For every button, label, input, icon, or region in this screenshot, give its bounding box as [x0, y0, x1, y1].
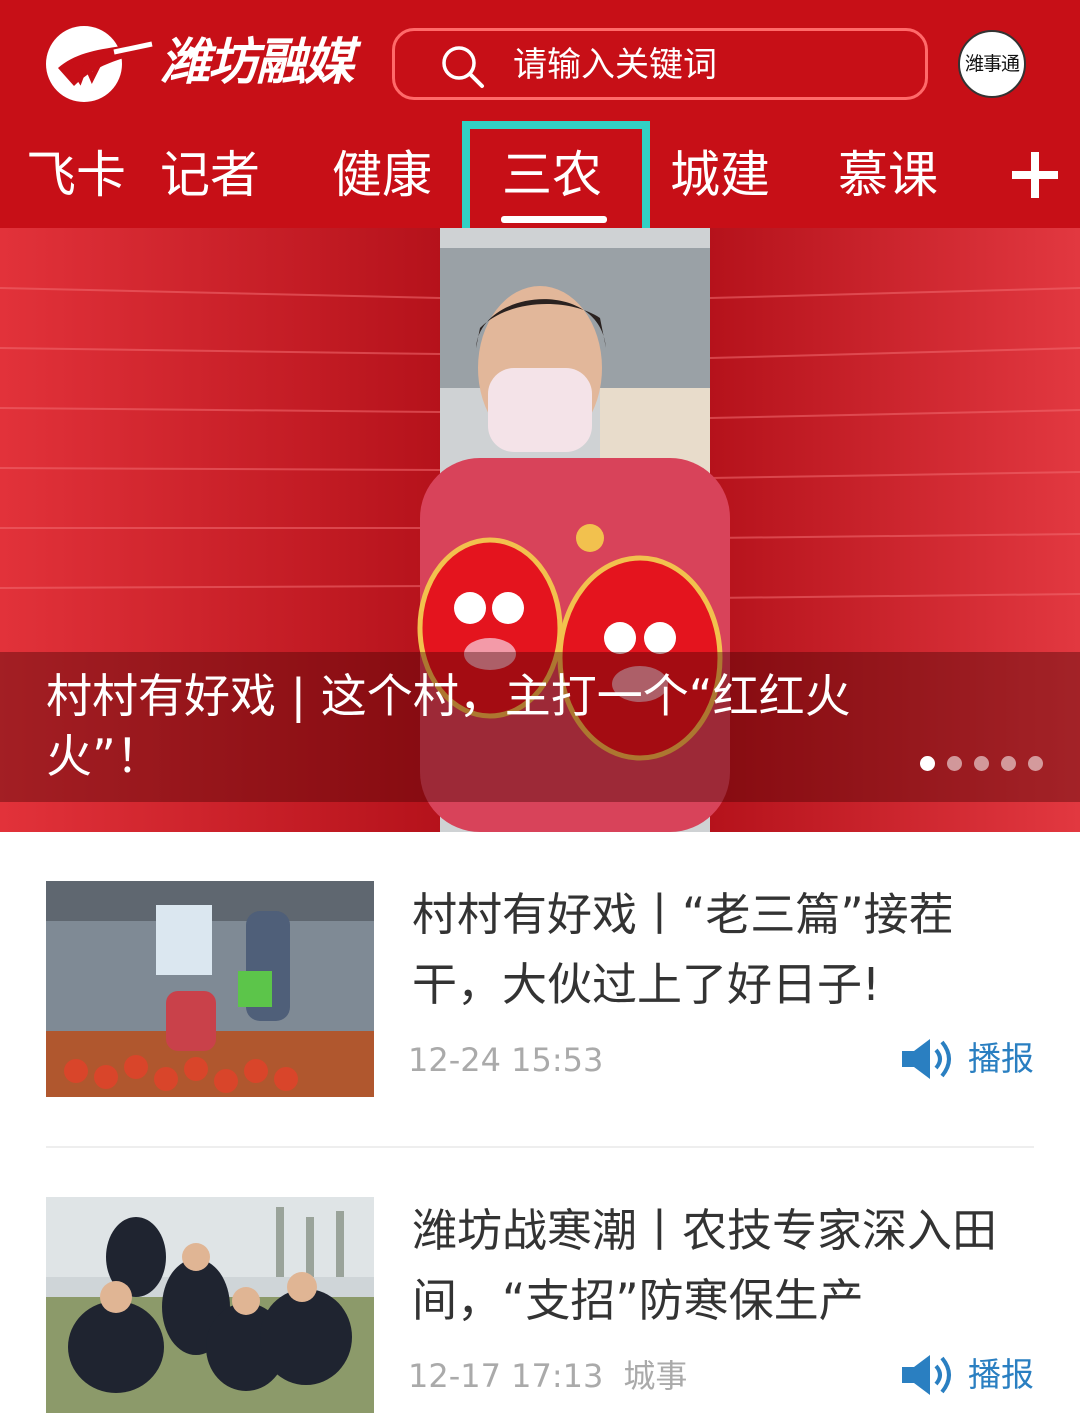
tab-feika[interactable]: 飞卡	[26, 140, 126, 210]
news-list-item[interactable]: 潍坊战寒潮丨农技专家深入田间，“支招”防寒保生产 12-17 17:13 城事 播…	[0, 1196, 1080, 1417]
search-icon	[442, 46, 484, 88]
news-title[interactable]: 村村有好戏丨“老三篇”接茬干，大伙过上了好日子!	[412, 880, 1042, 1020]
tab-health[interactable]: 健康	[332, 140, 432, 210]
speak-label: 播报	[968, 1039, 1034, 1078]
news-time: 12-17 17:13 城事	[408, 1357, 688, 1395]
banner-carousel[interactable]: 村村有好戏 | 这个村，主打一个“红红火火”！	[0, 228, 1080, 832]
tab-agriculture[interactable]: 三农	[502, 140, 602, 210]
news-list-item[interactable]: 村村有好戏丨“老三篇”接茬干，大伙过上了好日子! 12-24 15:53 播报	[0, 880, 1080, 1110]
carousel-dot[interactable]	[1001, 756, 1016, 771]
carousel-dot[interactable]	[974, 756, 989, 771]
news-time: 12-24 15:53	[408, 1041, 604, 1079]
search-input[interactable]: 请输入关键词	[392, 28, 928, 100]
news-thumbnail	[46, 1197, 374, 1413]
speaker-icon	[902, 1039, 951, 1079]
carousel-dots	[920, 756, 1055, 774]
news-title[interactable]: 潍坊战寒潮丨农技专家深入田间，“支招”防寒保生产	[412, 1196, 1042, 1336]
tab-reporter[interactable]: 记者	[160, 140, 260, 210]
list-divider	[46, 1146, 1034, 1148]
tab-urban-construction[interactable]: 城建	[670, 140, 770, 210]
logo-icon	[46, 26, 154, 102]
active-tab-indicator	[501, 216, 607, 223]
add-tab-icon[interactable]	[1008, 148, 1062, 202]
speak-label: 播报	[968, 1355, 1034, 1394]
app-header: 潍坊融媒 请输入关键词 潍事通 飞卡 记者 健康 三农 城建 慕课	[0, 0, 1080, 243]
carousel-dot[interactable]	[1028, 756, 1043, 771]
tab-mooc[interactable]: 慕课	[838, 140, 938, 210]
brand-name: 潍坊融媒	[160, 33, 354, 91]
news-thumbnail	[46, 881, 374, 1097]
news-source: 城事	[623, 1357, 688, 1395]
carousel-dot[interactable]	[920, 756, 935, 771]
search-placeholder: 请输入关键词	[513, 45, 717, 85]
banner-title[interactable]: 村村有好戏 | 这个村，主打一个“红红火火”！	[46, 666, 966, 786]
speaker-icon	[902, 1355, 951, 1395]
carousel-dot[interactable]	[947, 756, 962, 771]
mini-app-button[interactable]: 潍事通	[958, 30, 1026, 98]
